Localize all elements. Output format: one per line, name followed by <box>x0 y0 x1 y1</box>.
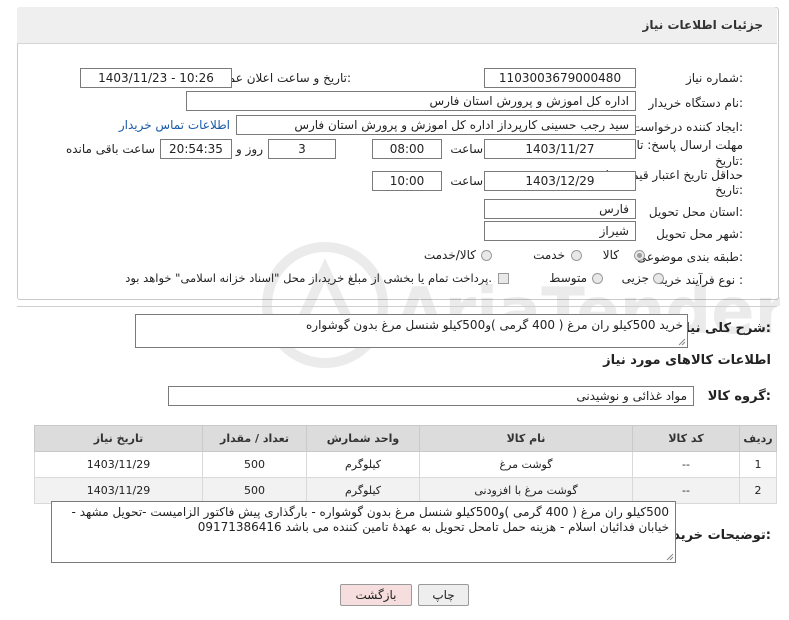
buyer-org-field[interactable]: اداره کل اموزش و پرورش استان فارس <box>186 91 636 111</box>
need-description-field[interactable]: خرید 500کیلو ران مرغ ( 400 گرمی )و500کیل… <box>135 314 688 348</box>
price-validity-time-label: ساعت <box>450 174 483 188</box>
remaining-time-field[interactable]: 20:54:35 <box>160 139 232 159</box>
remaining-days-field[interactable]: 3 <box>268 139 336 159</box>
price-validity-label-2: تاریخ: <box>715 183 743 197</box>
page-title: جزئیات اطلاعات نیاز <box>642 18 763 32</box>
price-validity-date-field[interactable]: 1403/12/29 <box>484 171 636 191</box>
process-radio-partial[interactable] <box>653 273 664 284</box>
process-radio-medium[interactable] <box>592 273 603 284</box>
resize-handle-icon[interactable] <box>666 553 674 561</box>
need-number-label: شماره نیاز: <box>685 71 743 85</box>
category-option-service: خدمت <box>533 248 565 262</box>
category-radio-service[interactable] <box>571 250 582 261</box>
col-item-code: کد کالا <box>632 425 740 452</box>
need-number-field[interactable]: 1103003679000480 <box>484 68 636 88</box>
col-need-date: تاریخ نیاز <box>34 425 203 452</box>
reply-deadline-time-field[interactable]: 08:00 <box>372 139 442 159</box>
delivery-province-field[interactable]: فارس <box>484 199 636 219</box>
cell-item-code: -- <box>632 477 740 504</box>
table-row[interactable]: 2 -- گوشت مرغ با افزودنی کیلوگرم 500 140… <box>34 477 777 504</box>
print-button[interactable]: چاپ <box>418 584 469 606</box>
buyer-contact-link[interactable]: اطلاعات تماس خریدار <box>119 118 230 132</box>
back-button[interactable]: بازگشت <box>340 584 412 606</box>
col-row-number: ردیف <box>739 425 777 452</box>
cell-quantity: 500 <box>202 451 307 478</box>
category-option-goods-service: کالا/خدمت <box>423 248 476 262</box>
announce-datetime-field[interactable]: 1403/11/23 - 10:26 <box>80 68 232 88</box>
col-quantity: تعداد / مقدار <box>202 425 307 452</box>
cell-need-date: 1403/11/29 <box>34 477 203 504</box>
buyer-notes-field[interactable]: 500کیلو ران مرغ ( 400 گرمی )و500کیلو شنس… <box>51 501 676 563</box>
requester-field[interactable]: سید رجب حسینی کارپرداز اداره کل اموزش و … <box>236 115 636 135</box>
delivery-city-label: شهر محل تحویل: <box>656 227 743 241</box>
cell-item-name: گوشت مرغ <box>419 451 633 478</box>
reply-deadline-date-field[interactable]: 1403/11/27 <box>484 139 636 159</box>
remaining-days-label: روز و <box>236 142 263 156</box>
process-option-medium: متوسط <box>549 271 587 285</box>
buyer-org-label: نام دستگاه خریدار: <box>648 96 744 110</box>
cell-row-number: 2 <box>739 477 777 504</box>
items-table: ردیف کد کالا نام کالا واحد شمارش تعداد /… <box>34 425 777 504</box>
cell-item-code: -- <box>632 451 740 478</box>
goods-section-title: اطلاعات کالاهای مورد نیاز <box>603 353 771 368</box>
cell-unit: کیلوگرم <box>306 451 420 478</box>
col-unit: واحد شمارش <box>306 425 420 452</box>
need-description-text: خرید 500کیلو ران مرغ ( 400 گرمی )و500کیل… <box>306 318 683 332</box>
table-row[interactable]: 1 -- گوشت مرغ کیلوگرم 500 1403/11/29 <box>34 451 777 478</box>
price-validity-time-field[interactable]: 10:00 <box>372 171 442 191</box>
treasury-payment-note: پرداخت تمام یا بخشی از مبلغ خرید،از محل … <box>125 271 492 285</box>
category-radio-goods-service[interactable] <box>481 250 492 261</box>
reply-deadline-time-label: ساعت <box>450 142 483 156</box>
cell-quantity: 500 <box>202 477 307 504</box>
process-type-label: نوع فرآیند خرید : <box>658 273 743 287</box>
goods-group-field[interactable]: مواد غذائی و نوشیدنی <box>168 386 694 406</box>
category-label: طبقه بندی موضوعی: <box>636 250 743 264</box>
buyer-notes-text: 500کیلو ران مرغ ( 400 گرمی )و500کیلو شنس… <box>71 505 669 534</box>
cell-item-name: گوشت مرغ با افزودنی <box>419 477 633 504</box>
reply-deadline-label: مهلت ارسال پاسخ: تا <box>636 138 743 152</box>
cell-need-date: 1403/11/29 <box>34 451 203 478</box>
section-separator <box>17 306 777 307</box>
reply-deadline-label-2: تاریخ: <box>715 154 743 168</box>
category-option-goods: کالا <box>602 248 619 262</box>
category-radio-goods[interactable] <box>634 250 645 261</box>
cell-unit: کیلوگرم <box>306 477 420 504</box>
treasury-payment-checkbox[interactable] <box>498 273 509 284</box>
panel-header: جزئیات اطلاعات نیاز <box>17 7 777 44</box>
resize-handle-icon[interactable] <box>678 338 686 346</box>
remaining-time-label: ساعت باقی مانده <box>65 142 155 156</box>
table-header-row: ردیف کد کالا نام کالا واحد شمارش تعداد /… <box>34 425 777 452</box>
goods-group-label: گروه کالا: <box>707 389 771 404</box>
cell-row-number: 1 <box>739 451 777 478</box>
requester-label: ایجاد کننده درخواست: <box>632 120 743 134</box>
delivery-city-field[interactable]: شیراز <box>484 221 636 241</box>
process-option-partial: جزیی <box>621 271 649 285</box>
col-item-name: نام کالا <box>419 425 633 452</box>
delivery-province-label: استان محل تحویل: <box>648 205 743 219</box>
buyer-notes-label: توضیحات خریدار: <box>661 528 771 543</box>
need-description-label: شرح کلی نیاز: <box>677 321 771 336</box>
